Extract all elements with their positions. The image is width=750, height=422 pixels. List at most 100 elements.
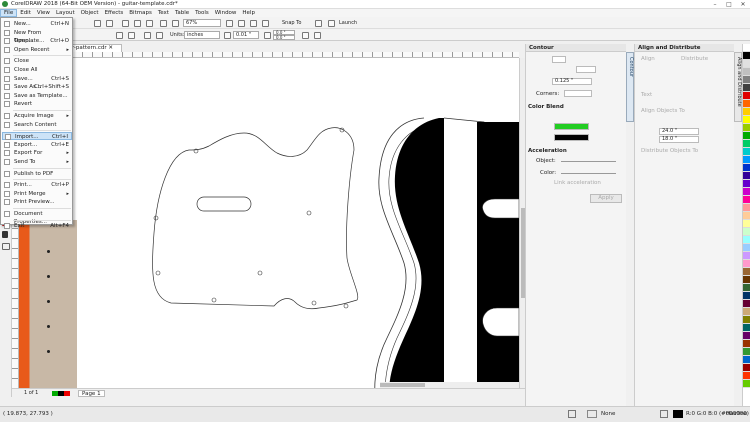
snap-to-dropdown[interactable]: Snap To xyxy=(282,19,301,27)
align-y-input[interactable]: 18.0 " xyxy=(659,136,699,143)
palette-swatch[interactable] xyxy=(743,340,750,348)
file-menu-item[interactable]: Save... Ctrl+S xyxy=(2,75,72,83)
file-menu-item[interactable]: Export... Ctrl+E xyxy=(2,141,72,149)
file-menu-item[interactable]: Revert xyxy=(2,100,72,108)
palette-swatch[interactable] xyxy=(743,132,750,140)
file-menu-item[interactable]: New... Ctrl+N xyxy=(2,20,72,28)
corners-select[interactable] xyxy=(564,90,592,97)
full-screen-icon[interactable] xyxy=(226,19,233,27)
duplicate-y-input[interactable]: 0.0 " xyxy=(273,35,295,40)
palette-swatch[interactable] xyxy=(743,348,750,356)
palette-swatch[interactable] xyxy=(743,180,750,188)
page-options-icon[interactable] xyxy=(314,31,321,39)
palette-swatch[interactable] xyxy=(743,364,750,372)
palette-swatch[interactable] xyxy=(743,380,750,388)
page-1-tab[interactable]: Page 1 xyxy=(78,390,105,397)
menu-window[interactable]: Window xyxy=(212,9,240,17)
palette-swatch[interactable] xyxy=(743,84,750,92)
file-menu-item[interactable]: Document Properties... xyxy=(2,210,72,225)
palette-swatch[interactable] xyxy=(743,316,750,324)
link-acceleration-checkbox[interactable]: Link acceleration xyxy=(554,180,601,186)
contour-side-tab[interactable]: Contour xyxy=(626,52,634,122)
fill-swatch[interactable] xyxy=(587,410,597,418)
options-gear-icon[interactable] xyxy=(315,19,322,27)
file-menu-item[interactable]: Import... Ctrl+I xyxy=(2,132,72,141)
outline-pen-status-icon[interactable] xyxy=(660,410,668,418)
palette-swatch[interactable] xyxy=(743,140,750,148)
contour-steps-input[interactable] xyxy=(576,66,596,73)
zoom-level-select[interactable]: 67% xyxy=(183,19,221,27)
drawing-canvas[interactable] xyxy=(19,58,519,388)
menu-file[interactable]: File xyxy=(0,9,18,17)
palette-swatch[interactable] xyxy=(743,164,750,172)
drawing-scale-icon[interactable] xyxy=(302,31,309,39)
palette-swatch[interactable] xyxy=(743,108,750,116)
launch-dropdown[interactable]: Launch xyxy=(339,19,357,27)
menu-help[interactable]: Help xyxy=(239,9,258,17)
palette-swatch[interactable] xyxy=(743,252,750,260)
add-tool-icon[interactable] xyxy=(2,243,10,250)
palette-swatch[interactable] xyxy=(743,236,750,244)
palette-swatch[interactable] xyxy=(743,156,750,164)
palette-swatch[interactable] xyxy=(743,172,750,180)
color-acceleration-slider[interactable] xyxy=(561,173,616,174)
fill-bucket-icon[interactable] xyxy=(568,410,576,418)
landscape-icon[interactable] xyxy=(128,31,135,39)
palette-swatch[interactable] xyxy=(743,228,750,236)
file-menu-item[interactable]: Close xyxy=(2,57,72,65)
minimize-button[interactable]: – xyxy=(708,0,722,9)
palette-swatch[interactable] xyxy=(743,372,750,380)
file-menu-item[interactable]: Print Merge ▸ xyxy=(2,190,72,198)
launch-icon[interactable] xyxy=(172,19,179,27)
palette-swatch[interactable] xyxy=(743,284,750,292)
menu-edit[interactable]: Edit xyxy=(17,9,34,17)
file-menu-item[interactable]: Export For ▸ xyxy=(2,149,72,157)
file-menu-item[interactable]: Close All xyxy=(2,66,72,74)
file-menu-item[interactable]: Publish to PDF xyxy=(2,170,72,178)
search-icon[interactable] xyxy=(160,19,167,27)
all-pages-icon[interactable] xyxy=(144,31,151,39)
guidelines-icon[interactable] xyxy=(262,19,269,27)
launch-app-icon[interactable] xyxy=(328,19,335,27)
menu-object[interactable]: Object xyxy=(78,9,102,17)
file-menu-item[interactable]: Send To ▸ xyxy=(2,158,72,166)
palette-swatch[interactable] xyxy=(743,124,750,132)
palette-swatch[interactable] xyxy=(743,308,750,316)
file-menu-item[interactable]: New From Template... xyxy=(2,29,72,44)
palette-swatch[interactable] xyxy=(743,244,750,252)
palette-swatch[interactable] xyxy=(743,260,750,268)
fill-color-swatch[interactable] xyxy=(554,134,589,141)
palette-swatch[interactable] xyxy=(743,204,750,212)
export-icon[interactable] xyxy=(134,19,141,27)
menu-view[interactable]: View xyxy=(34,9,53,17)
eraser-icon[interactable] xyxy=(2,231,8,238)
palette-swatch[interactable] xyxy=(743,196,750,204)
guitar-neck-photo[interactable] xyxy=(19,220,77,388)
align-x-input[interactable]: 24.0 " xyxy=(659,128,699,135)
object-acceleration-slider[interactable] xyxy=(561,161,616,162)
palette-swatch[interactable] xyxy=(743,92,750,100)
file-menu-item[interactable]: Print Preview... xyxy=(2,198,72,206)
palette-swatch[interactable] xyxy=(743,212,750,220)
outline-color-swatch[interactable] xyxy=(554,123,589,130)
document-tab[interactable]: r-pattern.cdr ✕ xyxy=(68,44,122,52)
file-menu-item[interactable]: Open Recent ▸ xyxy=(2,46,72,54)
menu-tools[interactable]: Tools xyxy=(192,9,212,17)
palette-swatch[interactable] xyxy=(743,44,750,52)
menu-text[interactable]: Text xyxy=(155,9,172,17)
current-page-icon[interactable] xyxy=(156,31,163,39)
undo-icon[interactable] xyxy=(94,19,101,27)
palette-swatch[interactable] xyxy=(743,116,750,124)
palette-swatch[interactable] xyxy=(743,60,750,68)
document-palette-swatch[interactable] xyxy=(64,391,70,396)
palette-swatch[interactable] xyxy=(743,332,750,340)
palette-swatch[interactable] xyxy=(743,100,750,108)
maximize-button[interactable]: □ xyxy=(722,0,736,9)
menu-effects[interactable]: Effects xyxy=(102,9,127,17)
palette-swatch[interactable] xyxy=(743,68,750,76)
contour-offset-input[interactable]: 0.125 " xyxy=(552,78,592,85)
palette-swatch[interactable] xyxy=(743,268,750,276)
file-menu-item[interactable]: Save As... Ctrl+Shift+S xyxy=(2,83,72,91)
contour-steps-icon[interactable] xyxy=(552,56,566,63)
menu-layout[interactable]: Layout xyxy=(53,9,78,17)
